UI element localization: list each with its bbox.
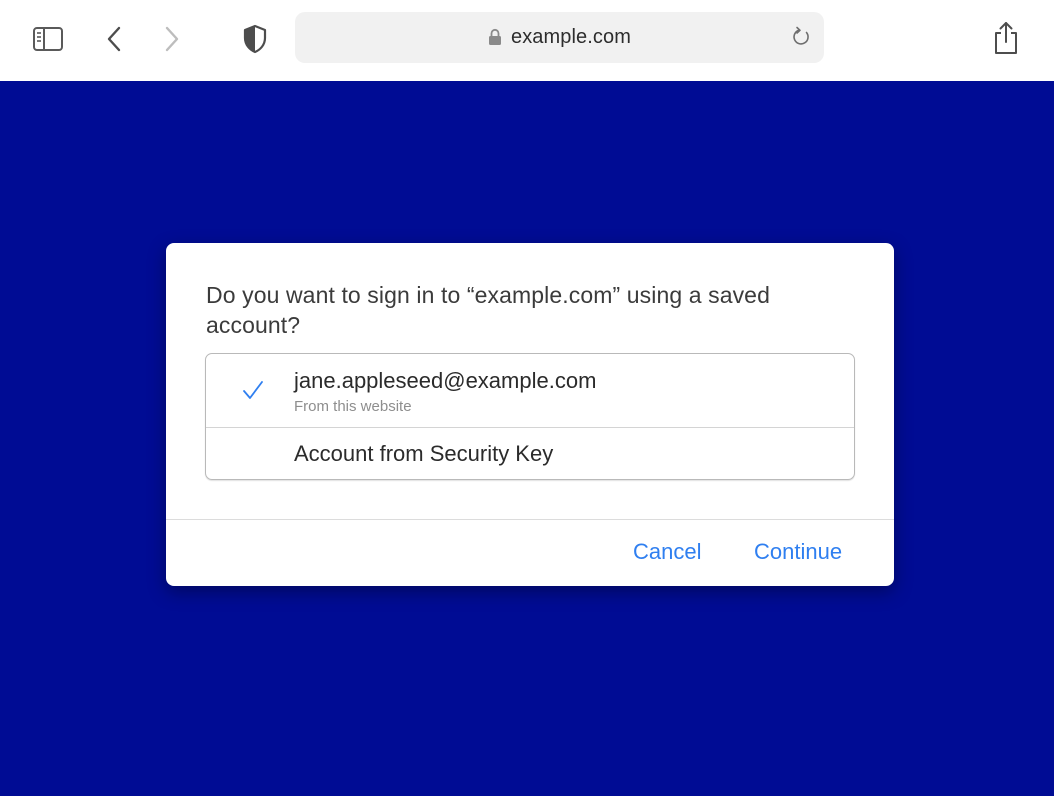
security-key-label: Account from Security Key xyxy=(294,441,554,466)
chevron-right-icon[interactable] xyxy=(156,22,188,56)
dialog-title: Do you want to sign in to “example.com” … xyxy=(206,282,770,338)
address-bar[interactable]: example.com xyxy=(295,12,824,63)
account-source: From this website xyxy=(294,398,412,415)
chevron-left-icon[interactable] xyxy=(98,22,130,56)
browser-toolbar: example.com xyxy=(0,0,1054,81)
checkmark-icon xyxy=(242,379,264,401)
account-email: jane.appleseed@example.com xyxy=(294,368,597,393)
continue-button[interactable]: Continue xyxy=(754,539,842,565)
sidebar-icon[interactable] xyxy=(28,22,68,56)
account-option-security-key[interactable]: Account from Security Key xyxy=(206,428,854,479)
shield-icon[interactable] xyxy=(238,22,272,56)
lock-icon xyxy=(488,28,502,46)
dialog-divider xyxy=(166,519,894,520)
account-list: jane.appleseed@example.com From this web… xyxy=(205,353,855,480)
account-option-saved[interactable]: jane.appleseed@example.com From this web… xyxy=(206,354,854,428)
url-text: example.com xyxy=(510,26,632,48)
reload-icon[interactable] xyxy=(788,24,814,50)
share-icon[interactable] xyxy=(986,18,1026,58)
sign-in-dialog: Do you want to sign in to “example.com” … xyxy=(166,243,894,586)
cancel-button[interactable]: Cancel xyxy=(633,539,701,565)
